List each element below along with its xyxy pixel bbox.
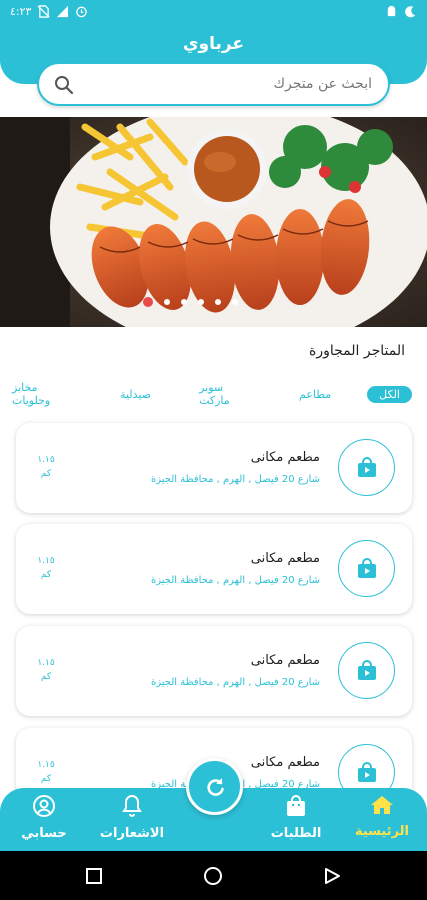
section-title: المتاجر المجاورة xyxy=(309,343,405,359)
carousel-dot[interactable] xyxy=(143,297,153,307)
back-triangle-icon[interactable] xyxy=(323,867,341,885)
distance-unit: كم xyxy=(40,570,52,580)
store-logo xyxy=(338,540,395,597)
refresh-button[interactable] xyxy=(186,758,243,815)
nav-home[interactable]: الرئيسية xyxy=(337,794,427,839)
status-time: ٤:٢٣ xyxy=(10,5,32,18)
shopping-bag-play-icon xyxy=(357,557,376,578)
user-circle-icon xyxy=(33,795,55,817)
nav-home-label: الرئيسية xyxy=(354,824,410,839)
store-address: شارع 20 فيصل , الهرم , محافظة الجيزة xyxy=(150,677,320,688)
distance-unit: كم xyxy=(40,774,52,784)
filter-pharmacy[interactable]: صيدلية xyxy=(108,386,163,403)
no-sim-icon xyxy=(37,5,50,18)
distance-unit: كم xyxy=(40,469,52,479)
search-bar[interactable] xyxy=(37,62,390,106)
shopping-bag-play-icon xyxy=(357,761,376,782)
distance-value: ١.١٥ xyxy=(37,455,55,465)
distance-value: ١.١٥ xyxy=(37,556,55,566)
alarm-icon xyxy=(76,6,88,18)
system-nav-bar xyxy=(0,851,427,900)
shopping-bag-play-icon xyxy=(357,659,376,680)
filter-supermarket[interactable]: سوبر ماركت xyxy=(187,379,263,409)
store-name: مطعم مكانى xyxy=(250,450,320,465)
carousel-dot[interactable] xyxy=(215,299,221,305)
store-logo xyxy=(338,642,395,699)
filter-bakeries[interactable]: مخابز وحلويات xyxy=(0,379,84,409)
store-distance: ١.١٥ كم xyxy=(34,656,58,684)
distance-value: ١.١٥ xyxy=(37,760,55,770)
carousel-dot[interactable] xyxy=(198,299,204,305)
store-card[interactable]: مطعم مكانى شارع 20 فيصل , الهرم , محافظة… xyxy=(16,524,412,614)
nav-orders[interactable]: الطلبات xyxy=(251,794,341,841)
store-name: مطعم مكانى xyxy=(250,551,320,566)
store-name: مطعم مكانى xyxy=(250,653,320,668)
store-card[interactable]: مطعم مكانى شارع 20 فيصل , الهرم , محافظة… xyxy=(16,423,412,513)
page-title: عرباوي xyxy=(182,34,245,54)
store-name: مطعم مكانى xyxy=(250,755,320,770)
android-icon xyxy=(387,5,396,17)
nav-notifications[interactable]: الاشعارات xyxy=(87,794,177,841)
nav-notifications-label: الاشعارات xyxy=(99,826,165,841)
carousel-dot[interactable] xyxy=(181,299,187,305)
nav-account[interactable]: حسابي xyxy=(0,794,89,841)
shopping-bag-play-icon xyxy=(357,456,376,477)
refresh-icon xyxy=(206,777,224,796)
status-bar: ٤:٢٣ xyxy=(0,0,427,26)
store-distance: ١.١٥ كم xyxy=(34,453,58,481)
store-distance: ١.١٥ كم xyxy=(34,554,58,582)
carousel-dot[interactable] xyxy=(164,299,170,305)
store-card[interactable]: مطعم مكانى شارع 20 فيصل , الهرم , محافظة… xyxy=(16,626,412,716)
distance-value: ١.١٥ xyxy=(37,658,55,668)
home-icon xyxy=(371,796,393,814)
circle-icon[interactable] xyxy=(203,866,223,886)
banner-carousel[interactable] xyxy=(0,117,427,327)
carousel-dot[interactable] xyxy=(232,299,238,305)
distance-unit: كم xyxy=(40,672,52,682)
filter-all[interactable]: الكل xyxy=(367,385,412,403)
bell-icon xyxy=(122,794,142,817)
category-filters: الكل مطاعم سوبر ماركت صيدلية مخابز وحلوي… xyxy=(0,381,412,407)
nav-orders-label: الطلبات xyxy=(270,826,322,841)
square-icon[interactable] xyxy=(85,867,103,885)
moon-icon xyxy=(405,6,416,18)
search-icon[interactable] xyxy=(53,74,75,96)
bag-icon xyxy=(287,795,305,816)
search-input[interactable] xyxy=(82,73,372,95)
store-address: شارع 20 فيصل , الهرم , محافظة الجيزة xyxy=(150,575,320,586)
store-logo xyxy=(338,439,395,496)
carousel-indicator[interactable] xyxy=(143,297,238,307)
nav-account-label: حسابي xyxy=(21,826,67,841)
signal-icon xyxy=(57,5,69,18)
filter-restaurants[interactable]: مطاعم xyxy=(287,386,343,403)
store-address: شارع 20 فيصل , الهرم , محافظة الجيزة xyxy=(150,474,320,485)
store-distance: ١.١٥ كم xyxy=(34,758,58,786)
banner-image xyxy=(0,117,427,327)
